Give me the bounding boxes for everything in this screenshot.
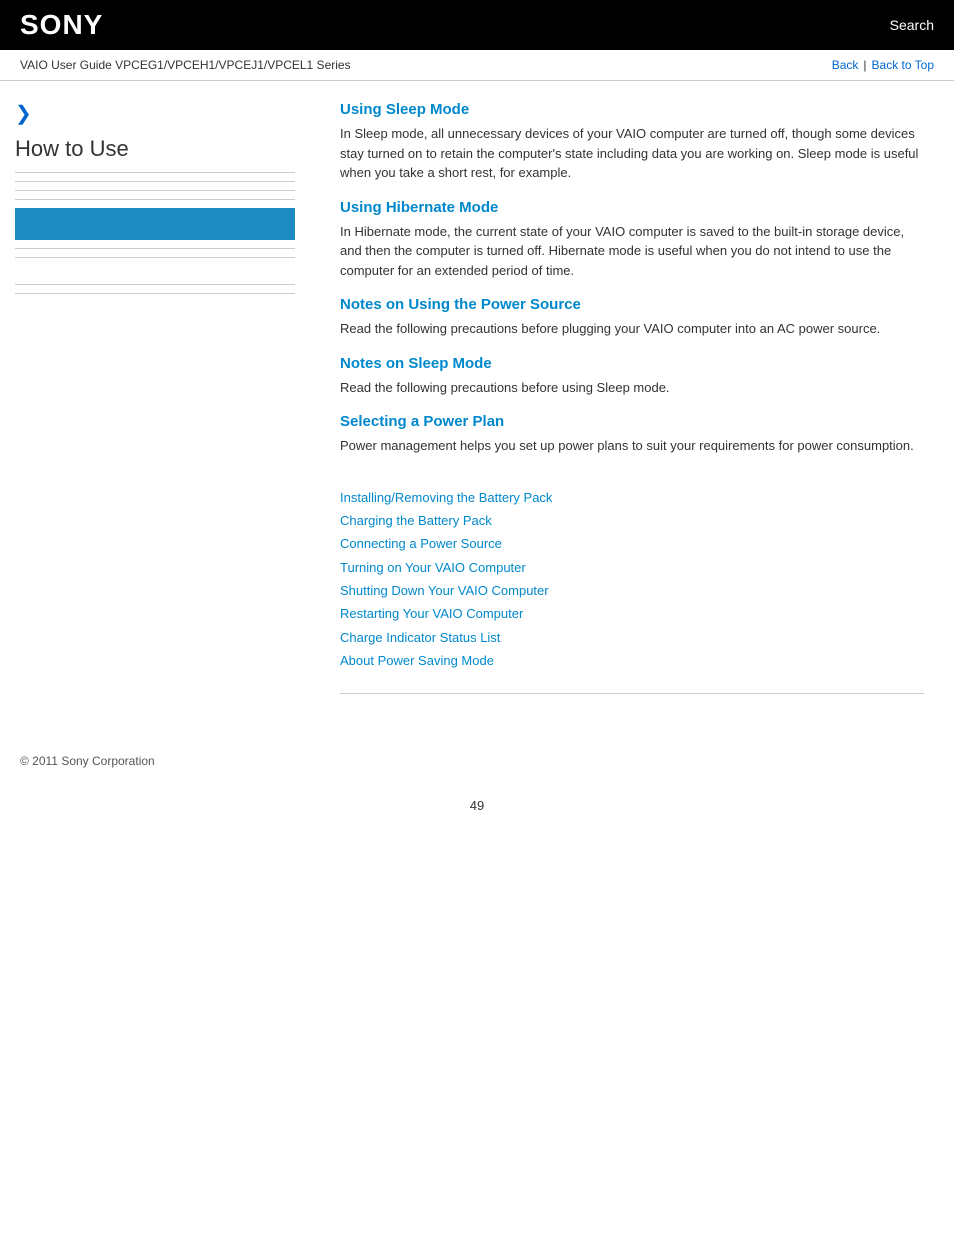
search-button[interactable]: Search bbox=[890, 17, 934, 33]
sidebar: ❯ How to Use bbox=[0, 81, 310, 734]
footer: © 2011 Sony Corporation bbox=[0, 734, 954, 788]
sidebar-divider-4 bbox=[15, 199, 295, 200]
link-power-saving-mode[interactable]: About Power Saving Mode bbox=[340, 649, 924, 672]
section-text-notes-power-source: Read the following precautions before pl… bbox=[340, 319, 924, 339]
content-area: Using Sleep Mode In Sleep mode, all unne… bbox=[310, 81, 954, 734]
section-title-hibernate-mode[interactable]: Using Hibernate Mode bbox=[340, 199, 924, 216]
link-shutting-down[interactable]: Shutting Down Your VAIO Computer bbox=[340, 579, 924, 602]
header: SONY Search bbox=[0, 0, 954, 50]
breadcrumb-bar: VAIO User Guide VPCEG1/VPCEH1/VPCEJ1/VPC… bbox=[0, 50, 954, 81]
link-restarting[interactable]: Restarting Your VAIO Computer bbox=[340, 602, 924, 625]
back-link[interactable]: Back bbox=[832, 58, 859, 72]
sidebar-divider-1 bbox=[15, 172, 295, 173]
link-turning-on[interactable]: Turning on Your VAIO Computer bbox=[340, 556, 924, 579]
link-installing-battery[interactable]: Installing/Removing the Battery Pack bbox=[340, 486, 924, 509]
back-to-top-link[interactable]: Back to Top bbox=[872, 58, 934, 72]
links-section: Installing/Removing the Battery Pack Cha… bbox=[340, 476, 924, 673]
section-title-notes-sleep-mode[interactable]: Notes on Sleep Mode bbox=[340, 355, 924, 372]
guide-title: VAIO User Guide VPCEG1/VPCEH1/VPCEJ1/VPC… bbox=[20, 58, 351, 72]
sidebar-divider-8 bbox=[15, 293, 295, 294]
sidebar-divider-7 bbox=[15, 284, 295, 285]
content-divider bbox=[340, 693, 924, 694]
link-charge-indicator[interactable]: Charge Indicator Status List bbox=[340, 626, 924, 649]
sidebar-title: How to Use bbox=[15, 136, 295, 162]
copyright: © 2011 Sony Corporation bbox=[20, 754, 155, 768]
section-title-selecting-power-plan[interactable]: Selecting a Power Plan bbox=[340, 413, 924, 430]
section-text-notes-sleep-mode: Read the following precautions before us… bbox=[340, 378, 924, 398]
main-container: ❯ How to Use Using Sleep Mode In Sleep m… bbox=[0, 81, 954, 734]
page-number: 49 bbox=[0, 788, 954, 823]
link-charging-battery[interactable]: Charging the Battery Pack bbox=[340, 509, 924, 532]
section-title-sleep-mode[interactable]: Using Sleep Mode bbox=[340, 101, 924, 118]
sidebar-divider-6 bbox=[15, 257, 295, 258]
section-title-notes-power-source[interactable]: Notes on Using the Power Source bbox=[340, 296, 924, 313]
sidebar-divider-3 bbox=[15, 190, 295, 191]
section-text-sleep-mode: In Sleep mode, all unnecessary devices o… bbox=[340, 124, 924, 183]
sidebar-divider-5 bbox=[15, 248, 295, 249]
section-text-selecting-power-plan: Power management helps you set up power … bbox=[340, 436, 924, 456]
sony-logo: SONY bbox=[20, 9, 103, 41]
section-text-hibernate-mode: In Hibernate mode, the current state of … bbox=[340, 222, 924, 281]
nav-links: Back | Back to Top bbox=[832, 58, 934, 72]
link-connecting-power[interactable]: Connecting a Power Source bbox=[340, 532, 924, 555]
sidebar-divider-2 bbox=[15, 181, 295, 182]
sidebar-arrow: ❯ bbox=[15, 101, 295, 126]
sidebar-highlight bbox=[15, 208, 295, 240]
